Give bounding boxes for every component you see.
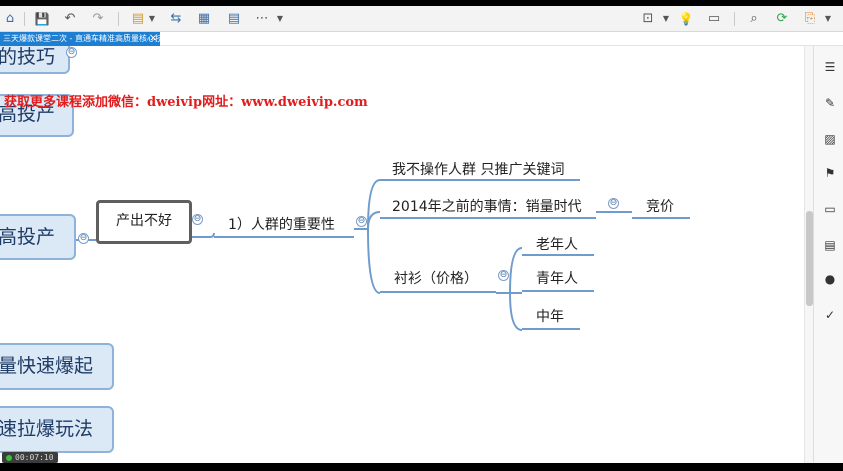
toolbar-separator xyxy=(118,12,119,26)
subtopic-label[interactable]: 衬衫（价格） xyxy=(394,268,478,288)
selected-topic-node[interactable]: 产出不好 xyxy=(96,200,192,244)
subtopic-label[interactable]: 老年人 xyxy=(536,234,578,254)
connector-line xyxy=(192,232,215,238)
collapse-icon[interactable]: ⊖ xyxy=(608,198,619,209)
subtopic-label[interactable]: 青年人 xyxy=(536,268,578,288)
topic-node[interactable]: 的技巧 xyxy=(0,46,70,74)
topic-node[interactable]: 高投产 xyxy=(0,214,76,260)
subtopic-underline xyxy=(522,290,594,292)
outline-panel-icon[interactable]: ☰ xyxy=(823,60,837,74)
topic-node[interactable]: 速拉爆玩法 xyxy=(0,406,114,453)
insert-picture-icon[interactable]: ▦ xyxy=(196,10,212,28)
toolbar-separator xyxy=(734,12,735,26)
collapse-icon[interactable]: ⊖ xyxy=(356,216,367,227)
image-panel-icon[interactable]: ▨ xyxy=(823,132,837,146)
recording-dot-icon xyxy=(6,454,12,461)
flow-icon[interactable]: ⇆ xyxy=(168,10,184,28)
chevron-down-icon[interactable]: ▼ xyxy=(662,10,670,28)
timer-text: 00:07:10 xyxy=(15,453,54,462)
topic-label: 速拉爆玩法 xyxy=(0,418,94,440)
topic-label: 量快速爆起 xyxy=(0,355,94,377)
subtopic-label[interactable]: 我不操作人群 只推广关键词 xyxy=(392,159,564,179)
collapse-icon[interactable]: ⊖ xyxy=(192,214,203,225)
more-icon[interactable]: ⋯ xyxy=(254,10,270,28)
format-painter-icon[interactable]: ▤ xyxy=(130,10,146,28)
format-panel-icon[interactable]: ✎ xyxy=(823,96,837,110)
marker-panel-icon[interactable]: ⚑ xyxy=(823,166,837,180)
vertical-scrollbar[interactable] xyxy=(804,46,813,463)
task-panel-icon[interactable]: ✓ xyxy=(823,308,837,322)
notes-panel-icon[interactable]: ▤ xyxy=(823,238,837,252)
connector-line xyxy=(509,292,523,331)
export-icon[interactable]: ⎘ xyxy=(802,10,818,28)
subtopic-underline xyxy=(380,217,596,219)
topic-label: 高投产 xyxy=(0,226,56,248)
topic-node[interactable]: 量快速爆起 xyxy=(0,343,114,390)
subtopic-underline xyxy=(522,254,594,256)
label-panel-icon[interactable]: ▭ xyxy=(823,202,837,216)
scrollbar-thumb[interactable] xyxy=(806,211,813,306)
idea-icon[interactable]: 💡 xyxy=(678,10,694,28)
subtopic-underline xyxy=(380,291,496,293)
subtopic-underline xyxy=(522,328,580,330)
collapse-icon[interactable]: ⊖ xyxy=(498,270,509,281)
subtopic-label[interactable]: 竞价 xyxy=(646,196,674,216)
undo-icon[interactable]: ↶ xyxy=(62,10,78,28)
subtopic-label[interactable]: 中年 xyxy=(536,306,564,326)
share-icon[interactable]: ⟳ xyxy=(774,10,790,28)
subtopic-underline xyxy=(214,236,354,238)
connector-line xyxy=(509,247,523,294)
mindmap-canvas[interactable]: 的技巧 ⊖ 高投产 高投产 ⊖ 量快速爆起 速拉爆玩法 获取更多课程添加微信：d… xyxy=(0,46,810,463)
connector-line xyxy=(367,228,381,294)
insert-topic-icon[interactable]: ▤ xyxy=(226,10,242,28)
topic-label: 产出不好 xyxy=(116,213,172,229)
right-side-panel: ☰ ✎ ▨ ⚑ ▭ ▤ ● ✓ xyxy=(813,46,843,463)
subtopic-label[interactable]: 1）人群的重要性 xyxy=(228,214,335,234)
toolbar-separator xyxy=(24,12,25,26)
subtopic-label[interactable]: 2014年之前的事情：销量时代 xyxy=(392,196,582,216)
subtopic-underline xyxy=(380,179,580,181)
home-icon[interactable]: ⌂ xyxy=(2,10,18,28)
app-window: ⌂ 💾 ↶ ↷ ▤ ▼ ⇆ ▦ ▤ ⋯ ▼ ⊡ ▼ 💡 ▭ ⌕ ⟳ ⎘ ▼ 三天… xyxy=(0,6,843,463)
collapse-icon[interactable]: ⊖ xyxy=(78,233,89,244)
search-icon[interactable]: ⌕ xyxy=(746,10,762,28)
chevron-down-icon[interactable]: ▼ xyxy=(276,10,284,28)
tab-bar: 三天爆款课堂二次 - 直通车精准高质量核心技巧 ✕ xyxy=(0,32,843,46)
tab-document[interactable]: 三天爆款课堂二次 - 直通车精准高质量核心技巧 ✕ xyxy=(0,32,160,46)
comment-panel-icon[interactable]: ● xyxy=(823,272,837,286)
save-icon[interactable]: 💾 xyxy=(34,10,50,28)
subtopic-underline xyxy=(632,217,690,219)
connector-line xyxy=(367,179,381,230)
connector-line xyxy=(367,211,381,230)
outline-icon[interactable]: ▭ xyxy=(706,10,722,28)
toolbar: ⌂ 💾 ↶ ↷ ▤ ▼ ⇆ ▦ ▤ ⋯ ▼ ⊡ ▼ 💡 ▭ ⌕ ⟳ ⎘ ▼ xyxy=(0,6,843,32)
close-icon[interactable]: ✕ xyxy=(149,32,157,46)
collapse-icon[interactable]: ⊖ xyxy=(66,47,77,58)
chevron-down-icon[interactable]: ▼ xyxy=(824,10,832,28)
chevron-down-icon[interactable]: ▼ xyxy=(148,10,156,28)
tab-title: 三天爆款课堂二次 - 直通车精准高质量核心技巧 xyxy=(3,34,160,43)
video-timer: 00:07:10 xyxy=(2,452,58,463)
present-icon[interactable]: ⊡ xyxy=(640,10,656,28)
watermark-text: 获取更多课程添加微信：dweivip网址：www.dweivip.com xyxy=(4,95,368,110)
redo-icon[interactable]: ↷ xyxy=(90,10,106,28)
topic-label: 的技巧 xyxy=(0,46,56,68)
